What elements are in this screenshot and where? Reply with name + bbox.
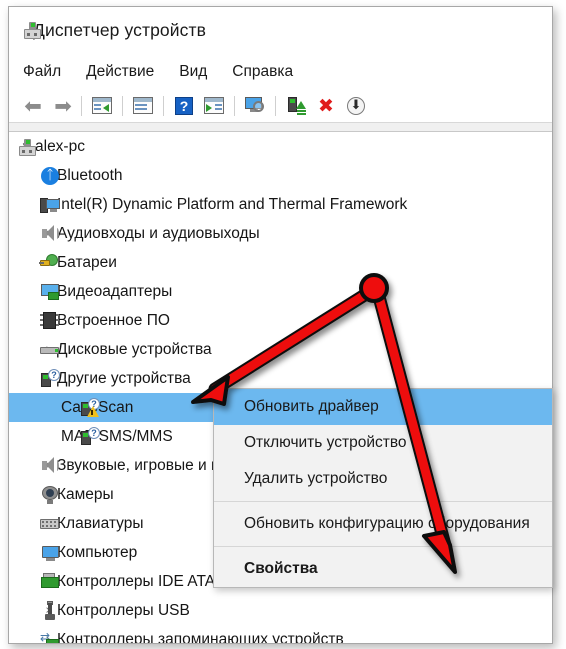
toolbar-separator [81, 95, 82, 116]
tree-item-label: Другие устройства [57, 369, 191, 387]
ctx-disable-device[interactable]: Отключить устройство [214, 425, 552, 461]
toolbar-strip [9, 123, 552, 132]
usb-icon [39, 600, 61, 621]
ctx-update-driver[interactable]: Обновить драйвер [214, 389, 552, 425]
tree-item-label: Камеры [57, 485, 114, 503]
back-arrow-icon: ⬅ [24, 93, 42, 118]
disable-device-icon: ⬇ [345, 95, 367, 117]
context-menu[interactable]: Обновить драйвер Отключить устройство Уд… [213, 388, 553, 588]
window-title: Диспетчер устройств [33, 20, 206, 40]
back-button[interactable]: ⬅ [16, 92, 46, 120]
uninstall-device-button[interactable]: ✖ [311, 92, 341, 120]
tree-row[interactable]: › ⇄ Контроллеры запоминающих устройств [9, 625, 552, 643]
monitor-icon [39, 543, 61, 563]
firmware-chip-icon [39, 311, 61, 331]
tree-item-label: Компьютер [57, 543, 138, 561]
tree-row[interactable]: › ᛏ Bluetooth [9, 161, 552, 190]
show-hide-action-pane-icon [203, 95, 225, 117]
unknown-device-icon: ? [39, 368, 61, 389]
unknown-device-warning-icon: ? [79, 397, 101, 418]
tree-row[interactable]: › Видеоадаптеры [9, 277, 552, 306]
properties-button[interactable] [128, 92, 158, 120]
tree-row[interactable]: › Встроенное ПО [9, 306, 552, 335]
ctx-uninstall-device[interactable]: Удалить устройство [214, 461, 552, 497]
controller-card-icon [39, 572, 61, 592]
forward-button[interactable]: ➡ [46, 92, 76, 120]
toolbar-separator [122, 95, 123, 116]
tree-item-label: Батареи [57, 253, 117, 271]
tree-item-label: Контроллеры запоминающих устройств [57, 630, 344, 644]
display-adapter-icon [39, 282, 61, 302]
help-icon: ? [173, 95, 195, 117]
screenshot-root: Диспетчер устройств Файл Действие Вид Сп… [0, 0, 566, 649]
computer-icon [17, 137, 39, 157]
context-menu-separator [214, 501, 552, 502]
menu-bar: Файл Действие Вид Справка [9, 54, 552, 89]
show-hide-console-tree-icon [91, 95, 113, 117]
uninstall-device-icon: ✖ [318, 94, 334, 117]
console-tree-button[interactable] [87, 92, 117, 120]
tree-item-label: Видеоадаптеры [57, 282, 173, 300]
scan-for-hardware-changes-icon [244, 95, 266, 117]
tree-item-label: Intel(R) Dynamic Platform and Thermal Fr… [57, 195, 408, 213]
tree-row[interactable]: › Intel(R) Dynamic Platform and Thermal … [9, 190, 552, 219]
tree-row[interactable]: › Батареи [9, 248, 552, 277]
speaker-icon [39, 224, 61, 244]
tree-item-label: Bluetooth [57, 166, 123, 184]
update-driver-icon [285, 95, 307, 117]
tree-row[interactable]: › Дисковые устройства [9, 335, 552, 364]
menu-view[interactable]: Вид [179, 63, 207, 81]
tree-row-canoscan[interactable]: ? CanoScan [9, 393, 214, 422]
disk-drive-icon [39, 340, 61, 360]
toolbar-separator [234, 95, 235, 116]
tree-item-label: alex-pc [35, 137, 85, 155]
context-menu-separator [214, 546, 552, 547]
help-button[interactable]: ? [169, 92, 199, 120]
action-pane-button[interactable] [199, 92, 229, 120]
menu-help[interactable]: Справка [232, 63, 293, 81]
keyboard-icon [39, 514, 61, 534]
menu-file[interactable]: Файл [23, 63, 61, 81]
tree-item-label: Контроллеры USB [57, 601, 190, 619]
bluetooth-icon: ᛏ [39, 166, 61, 186]
disable-device-button[interactable]: ⬇ [341, 92, 371, 120]
tree-item-label: Клавиатуры [57, 514, 144, 532]
tree-row[interactable]: ▾ alex-pc [9, 132, 552, 161]
unknown-device-icon: ? [79, 426, 101, 447]
toolbar-separator [163, 95, 164, 116]
storage-controller-icon: ⇄ [39, 630, 61, 643]
scan-hardware-button[interactable] [240, 92, 270, 120]
tree-row[interactable]: › Аудиовходы и аудиовыходы [9, 219, 552, 248]
menu-action[interactable]: Действие [86, 63, 154, 81]
tree-row[interactable]: › Контроллеры USB [9, 596, 552, 625]
properties-icon [132, 95, 154, 117]
title-bar: Диспетчер устройств [9, 7, 552, 54]
tree-item-label: Дисковые устройства [57, 340, 212, 358]
device-manager-icon [22, 20, 44, 42]
camera-icon [39, 485, 61, 505]
tree-item-label: Встроенное ПО [57, 311, 170, 329]
toolbar-separator [275, 95, 276, 116]
tool-bar: ⬅ ➡ ? ✖ ⬇ [9, 89, 552, 123]
ctx-scan-hardware-changes[interactable]: Обновить конфигурацию оборудования [214, 506, 552, 542]
ctx-properties[interactable]: Свойства [214, 551, 552, 587]
system-device-icon [39, 195, 61, 215]
battery-icon [39, 253, 61, 273]
forward-arrow-icon: ➡ [54, 93, 72, 118]
update-driver-button[interactable] [281, 92, 311, 120]
tree-item-label: Аудиовходы и аудиовыходы [57, 224, 260, 242]
speaker-icon [39, 456, 61, 476]
tree-item-label: MAP SMS/MMS [61, 427, 173, 445]
